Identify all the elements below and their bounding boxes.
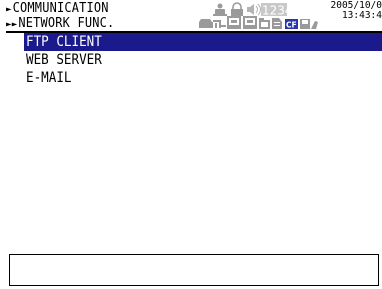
message-box xyxy=(9,254,379,286)
menu-item-label: FTP CLIENT xyxy=(26,34,102,50)
breadcrumb-label: COMMUNICATION xyxy=(12,1,109,16)
breadcrumb-marker: ► xyxy=(6,4,12,15)
computer-icon xyxy=(243,16,257,29)
user-icon xyxy=(213,3,227,16)
disk-icon xyxy=(300,19,310,29)
speaker-icon xyxy=(247,3,261,16)
menu-item-label: E-MAIL xyxy=(26,70,72,86)
folder-icon xyxy=(259,18,270,29)
card-label: CF xyxy=(286,21,297,30)
computer-icon xyxy=(227,16,241,29)
menu-item-label: WEB SERVER xyxy=(26,52,102,68)
time-text: 13:43:4 xyxy=(341,10,382,21)
status-icons-svg: 1234 CF xyxy=(199,2,318,30)
status-icon-area: 1234 CF xyxy=(198,2,318,30)
breadcrumb-level-1: ►COMMUNICATION xyxy=(6,1,109,17)
datetime-display: 2005/10/0 13:43:4 xyxy=(322,1,382,21)
network-function-menu: FTP CLIENT WEB SERVER E-MAIL xyxy=(24,33,382,87)
breadcrumb-marker: ►► xyxy=(6,19,18,30)
menu-item-ftp-client[interactable]: FTP CLIENT xyxy=(24,33,382,51)
counter-text: 1234 xyxy=(262,4,293,18)
hand-icon xyxy=(311,21,318,29)
menu-item-e-mail[interactable]: E-MAIL xyxy=(24,69,382,87)
header-bar: ►COMMUNICATION ►►NETWORK FUNC. 1234 CF 2… xyxy=(0,0,382,32)
breadcrumb-label: NETWORK FUNC. xyxy=(18,16,115,31)
network-icon xyxy=(213,20,226,28)
breadcrumb-level-2: ►►NETWORK FUNC. xyxy=(6,16,114,32)
printer-icon xyxy=(199,19,213,28)
lock-icon xyxy=(231,2,243,16)
menu-item-web-server[interactable]: WEB SERVER xyxy=(24,51,382,69)
document-icon xyxy=(272,18,282,29)
